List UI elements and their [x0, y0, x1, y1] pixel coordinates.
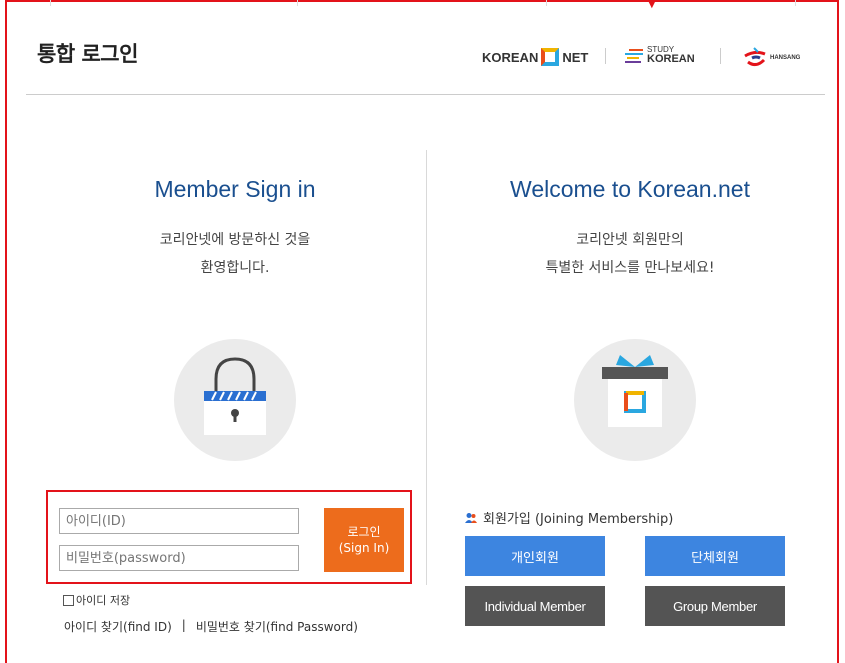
logo-divider — [605, 48, 606, 64]
page-title: 통합 로그인 — [37, 42, 138, 66]
korean-net-square-icon — [541, 48, 560, 66]
signin-description: 코리안넷에 방문하신 것을 환영합니다. — [90, 226, 380, 282]
link-separator: | — [181, 618, 186, 632]
korean-net-logo[interactable]: KOREAN NET — [482, 48, 588, 66]
hansang-logo[interactable]: HANSANG — [742, 46, 800, 70]
individual-member-join-button-ko[interactable]: 개인회원 — [465, 536, 605, 576]
logo-divider — [720, 48, 721, 64]
study-korean-logo[interactable]: STUDY KOREAN — [625, 46, 695, 65]
login-button-label-ko: 로그인 — [347, 525, 381, 539]
gift-icon — [602, 355, 668, 427]
checkbox-icon[interactable] — [63, 594, 74, 606]
find-id-link[interactable]: 아이디 찾기(find ID) — [64, 618, 172, 635]
group-member-join-button-en[interactable]: Group Member — [645, 586, 785, 626]
hansang-emblem-icon — [744, 47, 766, 67]
save-id-checkbox[interactable]: 아이디 저장 — [63, 592, 130, 608]
welcome-desc-line2: 특별한 서비스를 만나보세요! — [545, 260, 715, 276]
join-membership-text: 회원가입 (Joining Membership) — [483, 512, 674, 527]
welcome-title: Welcome to Korean.net — [510, 176, 750, 202]
highlight-top-border — [5, 0, 839, 2]
gift-icon-circle — [574, 339, 696, 461]
find-account-links: 아이디 찾기(find ID) | 비밀번호 찾기(find Password) — [64, 618, 358, 635]
login-button-label-en: (Sign In) — [338, 541, 390, 555]
users-icon — [465, 512, 477, 523]
signin-desc-line1: 코리안넷에 방문하신 것을 — [159, 232, 311, 248]
id-input[interactable] — [59, 508, 299, 534]
login-button[interactable]: 로그인 (Sign In) — [324, 508, 404, 572]
save-id-label: 아이디 저장 — [76, 594, 131, 607]
column-divider — [426, 150, 427, 585]
individual-member-join-button-en[interactable]: Individual Member — [465, 586, 605, 626]
korean-net-logo-text-right: NET — [562, 49, 589, 65]
partner-logos: KOREAN NET STUDY KOREAN HANSANG — [480, 42, 820, 72]
study-korean-big-text: KOREAN — [647, 53, 695, 65]
find-password-link[interactable]: 비밀번호 찾기(find Password) — [196, 618, 358, 635]
welcome-desc-line1: 코리안넷 회원만의 — [576, 232, 684, 248]
korean-net-logo-text-left: KOREAN — [482, 49, 539, 65]
lock-icon — [204, 357, 266, 435]
member-signin-title: Member Sign in — [154, 176, 316, 202]
header-divider — [26, 94, 825, 95]
welcome-description: 코리안넷 회원만의 특별한 서비스를 만나보세요! — [460, 226, 800, 282]
study-korean-lines-icon — [625, 48, 643, 63]
hansang-logo-text: HANSANG — [770, 55, 801, 61]
caret-down-icon: ▼ — [648, 0, 656, 10]
password-input[interactable] — [59, 545, 299, 571]
lock-icon-circle — [174, 339, 296, 461]
group-member-join-button-ko[interactable]: 단체회원 — [645, 536, 785, 576]
join-membership-label: 회원가입 (Joining Membership) — [465, 508, 673, 527]
signin-desc-line2: 환영합니다. — [200, 260, 270, 276]
